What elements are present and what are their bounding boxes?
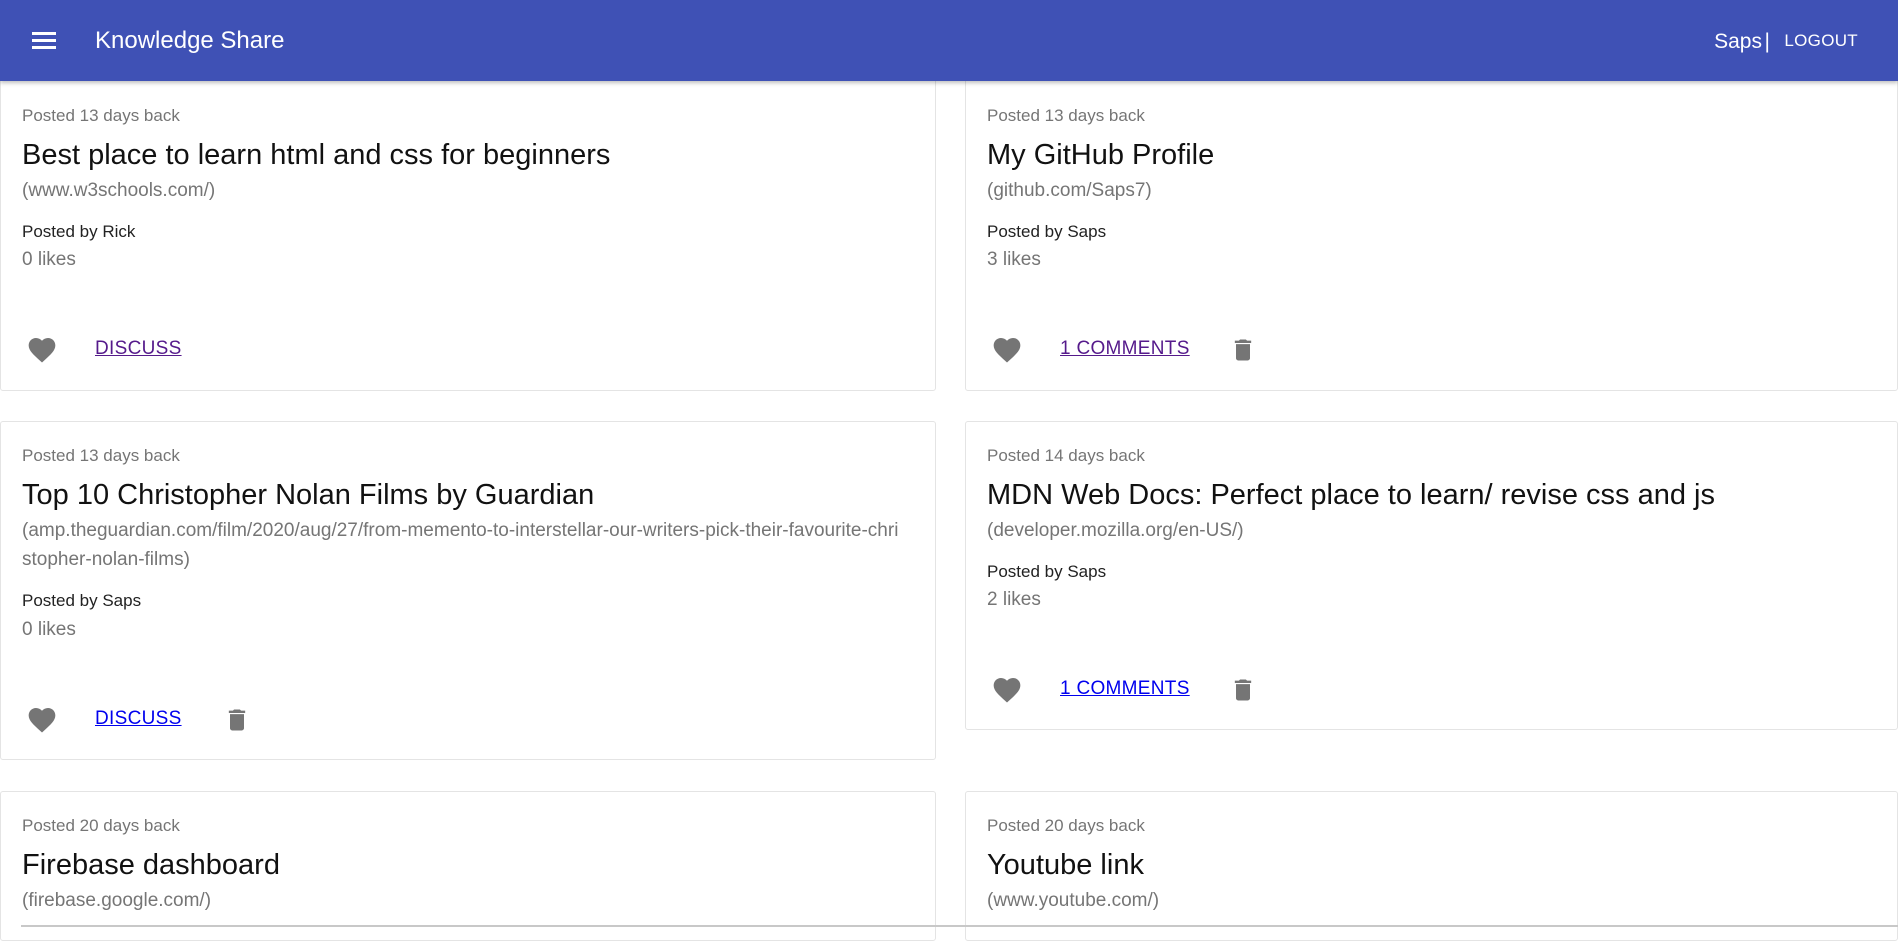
trash-icon xyxy=(1234,339,1252,361)
post-title: My GitHub Profile xyxy=(987,139,1215,171)
comments-link[interactable]: 1 COMMENTS xyxy=(1060,678,1190,700)
trash-icon xyxy=(1234,679,1252,701)
like-button[interactable] xyxy=(991,334,1023,366)
post-link: (developer.mozilla.org/en-US/) xyxy=(987,520,1244,541)
post-title: MDN Web Docs: Perfect place to learn/ re… xyxy=(987,479,1715,511)
posted-by: Posted by Saps xyxy=(987,222,1107,241)
delete-button[interactable] xyxy=(223,706,251,734)
post-card: Posted 13 days back Best place to learn … xyxy=(0,70,936,391)
post-title: Top 10 Christopher Nolan Films by Guardi… xyxy=(22,479,595,511)
comments-link[interactable]: 1 COMMENTS xyxy=(1060,338,1190,360)
likes-count: 2 likes xyxy=(987,589,1041,610)
discuss-link[interactable]: DISCUSS xyxy=(95,338,182,360)
user-separator: | xyxy=(1764,30,1770,53)
app-title: Knowledge Share xyxy=(95,27,285,54)
like-button[interactable] xyxy=(26,334,58,366)
heart-icon xyxy=(28,708,56,733)
posted-time: Posted 20 days back xyxy=(22,816,180,835)
posted-time: Posted 13 days back xyxy=(987,106,1145,125)
post-link: (github.com/Saps7) xyxy=(987,180,1152,201)
heart-icon xyxy=(28,338,56,363)
likes-count: 0 likes xyxy=(22,249,76,270)
delete-button[interactable] xyxy=(1229,336,1257,364)
delete-button[interactable] xyxy=(1229,676,1257,704)
posted-time: Posted 13 days back xyxy=(22,106,180,125)
posted-by: Posted by Saps xyxy=(22,591,142,610)
app-bar: Knowledge Share Saps | LOGOUT xyxy=(0,0,1898,81)
heart-icon xyxy=(993,678,1021,703)
heart-icon xyxy=(993,338,1021,363)
posted-by: Posted by Saps xyxy=(987,562,1107,581)
post-title: Firebase dashboard xyxy=(22,849,280,881)
discuss-link[interactable]: DISCUSS xyxy=(95,708,182,730)
like-button[interactable] xyxy=(26,704,58,736)
likes-count: 0 likes xyxy=(22,619,76,640)
likes-count: 3 likes xyxy=(987,249,1041,270)
post-link: (amp.theguardian.com/film/2020/aug/27/fr… xyxy=(22,520,899,570)
post-link: (www.youtube.com/) xyxy=(987,890,1160,911)
post-card: Posted 14 days back MDN Web Docs: Perfec… xyxy=(965,421,1898,730)
post-card: Posted 20 days back Youtube link (www.yo… xyxy=(965,791,1898,941)
logout-button[interactable]: LOGOUT xyxy=(1784,29,1858,53)
post-card: Posted 13 days back My GitHub Profile (g… xyxy=(965,70,1898,391)
post-title: Best place to learn html and css for beg… xyxy=(22,139,611,171)
posted-time: Posted 14 days back xyxy=(987,446,1145,465)
post-card: Posted 20 days back Firebase dashboard (… xyxy=(0,791,936,941)
posted-time: Posted 20 days back xyxy=(987,816,1145,835)
post-link: (firebase.google.com/) xyxy=(22,890,212,911)
user-name: Saps xyxy=(1714,30,1762,53)
posted-by: Posted by Rick xyxy=(22,222,136,241)
post-card: Posted 13 days back Top 10 Christopher N… xyxy=(0,421,936,760)
trash-icon xyxy=(228,709,246,731)
posted-time: Posted 13 days back xyxy=(22,446,180,465)
menu-icon[interactable] xyxy=(28,26,64,56)
post-link: (www.w3schools.com/) xyxy=(22,180,216,201)
like-button[interactable] xyxy=(991,674,1023,706)
post-title: Youtube link xyxy=(987,849,1144,881)
